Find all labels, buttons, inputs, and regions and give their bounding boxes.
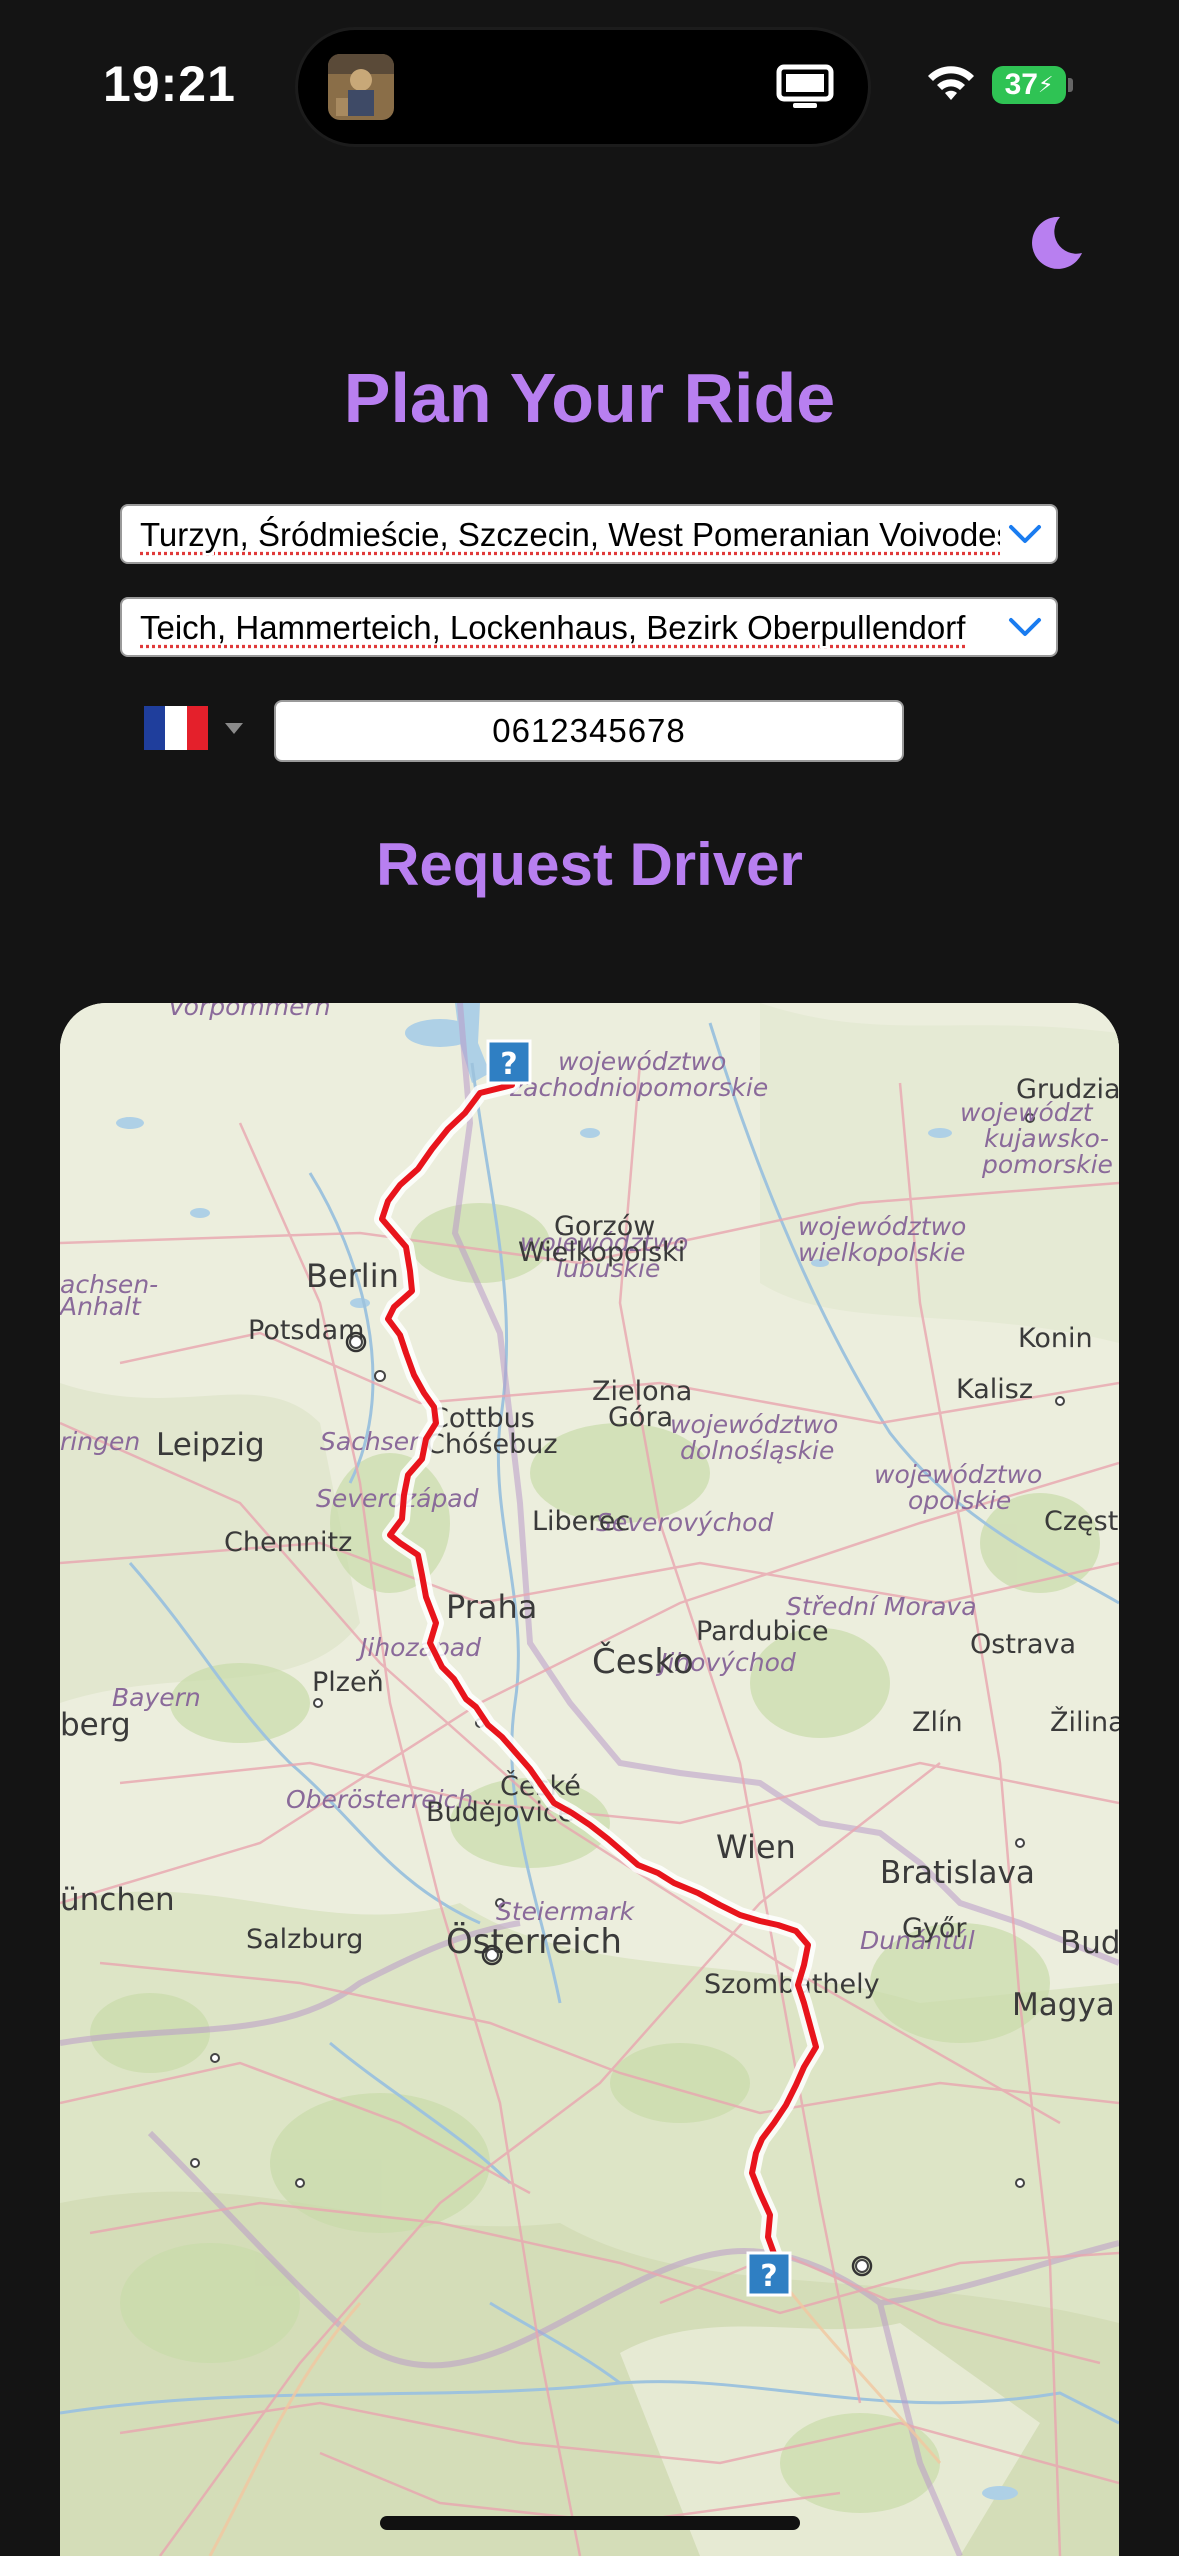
map-label: Zlín [912,1707,963,1738]
map-label: Wien [716,1828,796,1866]
map-label: Sachsen [320,1427,425,1456]
map-label: województwo [670,1410,838,1439]
battery-nub [1068,78,1073,92]
map-label: Chemnitz [224,1527,352,1558]
map-label: Liberec [532,1506,630,1537]
map-label: Góra [608,1402,673,1433]
map-label: ringen [60,1427,140,1456]
map-label: Konin [1018,1323,1093,1354]
map-label: kujawsko- [984,1124,1109,1153]
map-label: ünchen [60,1882,175,1918]
status-time: 19:21 [103,56,236,112]
now-playing-thumbnail [328,54,394,120]
origin-value: Turzyn, Śródmieście, Szczecin, West Pome… [140,516,1000,553]
country-code-picker[interactable] [144,703,250,753]
phone-input[interactable]: 0612345678 [274,700,904,762]
moon-icon[interactable] [1026,213,1084,271]
map-label: województwo [874,1460,1042,1489]
destination-select[interactable]: Teich, Hammerteich, Lockenhaus, Bezirk O… [120,597,1058,657]
map-label: dolnośląskie [680,1436,834,1465]
map-label: berg [60,1707,131,1743]
wifi-icon [928,66,974,100]
map-label: Salzburg [246,1924,363,1955]
start-marker[interactable]: ? [486,1039,532,1085]
route-map[interactable]: Vorpommern województwo zachodniopomorski… [60,1003,1119,2556]
map-label: Częst [1044,1506,1118,1537]
chevron-down-icon [1009,618,1041,636]
map-label: Bratislava [880,1855,1035,1891]
map-label: Győr [902,1913,967,1944]
map-label: województwo [558,1047,726,1076]
map-label: Vorpommern [168,1003,331,1021]
map-label: Kalisz [956,1374,1033,1405]
map-label: wielkopolskie [798,1238,965,1267]
caret-down-icon [225,723,243,734]
screen-mirroring-icon [776,64,834,108]
battery-icon: 37 ⚡ [992,66,1066,104]
map-label: Pardubice [696,1616,829,1647]
map-label: Praha [446,1588,537,1626]
map-label: Leipzig [156,1427,265,1463]
map-label: pomorskie [981,1150,1113,1179]
home-indicator[interactable] [380,2516,800,2530]
map-label: Berlin [306,1257,399,1295]
map-label: województwo [798,1212,966,1241]
map-label: zachodniopomorskie [509,1073,768,1102]
map-label: Magya [1012,1987,1115,2023]
chevron-down-icon [1009,525,1041,543]
origin-select[interactable]: Turzyn, Śródmieście, Szczecin, West Pome… [120,504,1058,564]
map-label: Anhalt [60,1292,142,1321]
request-driver-button[interactable]: Request Driver [0,830,1179,899]
france-flag-icon [144,706,208,750]
svg-text:?: ? [760,2259,777,2294]
map-label: Wielkopolski [518,1237,685,1268]
map-label: Žilina [1050,1706,1119,1738]
map-label: Jihozápad [355,1633,481,1662]
map-label: Česko [592,1641,694,1682]
battery-level: 37 [1004,68,1038,101]
map-label: Österreich [446,1921,622,1962]
page-title: Plan Your Ride [343,359,836,437]
dynamic-island [298,30,868,144]
end-marker[interactable]: ? [746,2251,792,2297]
destination-value: Teich, Hammerteich, Lockenhaus, Bezirk O… [140,609,966,646]
svg-text:?: ? [500,1047,517,1082]
map-label: Ostrava [970,1629,1076,1660]
map-label: Buda [1060,1925,1119,1961]
map-label: Plzeň [312,1667,384,1698]
map-label: Chóśebuz [426,1429,558,1460]
map-label: opolskie [908,1486,1011,1515]
map-label: Grudzia [1016,1074,1119,1105]
